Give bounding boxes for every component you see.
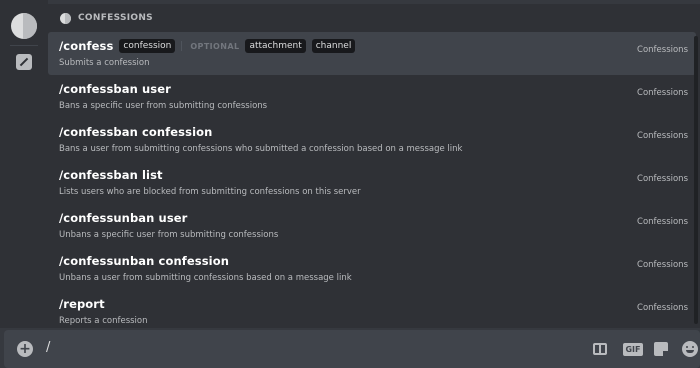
command-description: Unbans a specific user from submitting c… — [59, 230, 279, 240]
command-item-confess[interactable]: /confess confession OPTIONAL attachment … — [48, 32, 696, 75]
gift-icon — [593, 343, 607, 355]
command-autocomplete-panel: CONFESSIONS /confess confession OPTIONAL… — [48, 4, 700, 328]
emoji-button[interactable] — [682, 341, 698, 357]
command-description: Bans a user from submitting confessions … — [59, 144, 463, 154]
command-item-confessunban-confession[interactable]: /confessunban confession Unbans a user f… — [48, 247, 696, 290]
command-source: Confessions — [637, 303, 688, 313]
option-chip-channel: channel — [311, 39, 356, 53]
command-source: Confessions — [637, 88, 688, 98]
message-composer: + / GIF — [0, 328, 700, 368]
command-description: Submits a confession — [59, 58, 150, 68]
command-source: Confessions — [637, 45, 688, 55]
command-item-confessunban-user[interactable]: /confessunban user Unbans a specific use… — [48, 204, 696, 247]
command-name: /confessban user — [59, 82, 171, 96]
rail-slash-commands-button[interactable] — [12, 50, 36, 74]
command-source: Confessions — [637, 217, 688, 227]
plus-circle-icon[interactable]: + — [17, 341, 33, 357]
command-name: /confess — [59, 39, 114, 53]
emoji-icon — [682, 341, 698, 357]
rail-app-button[interactable] — [6, 8, 42, 44]
command-description: Bans a specific user from submitting con… — [59, 101, 268, 111]
option-divider — [181, 41, 183, 51]
gif-button[interactable]: GIF — [623, 341, 643, 357]
command-item-confessban-list[interactable]: /confessban list Lists users who are blo… — [48, 161, 696, 204]
message-input[interactable]: / — [46, 340, 50, 355]
rail-divider — [10, 45, 38, 46]
option-chip-confession: confession — [119, 39, 176, 53]
command-source: Confessions — [637, 260, 688, 270]
section-header: CONFESSIONS — [48, 4, 700, 32]
confessions-app-icon — [11, 13, 37, 39]
command-name: /confessunban user — [59, 211, 188, 225]
gif-icon: GIF — [623, 342, 643, 356]
command-name: /confessban confession — [59, 125, 213, 139]
gift-button[interactable] — [592, 341, 608, 357]
command-source: Confessions — [637, 174, 688, 184]
option-chip-attachment: attachment — [245, 39, 306, 53]
confessions-app-icon — [60, 12, 71, 24]
command-description: Lists users who are blocked from submitt… — [59, 187, 361, 197]
scrollbar[interactable] — [694, 36, 698, 324]
command-name: /confessunban confession — [59, 254, 229, 268]
command-description: Reports a confession — [59, 316, 148, 326]
command-name: /confessban list — [59, 168, 163, 182]
command-source: Confessions — [637, 131, 688, 141]
command-category-rail — [0, 0, 48, 328]
command-description: Unbans a user from submitting confession… — [59, 273, 352, 283]
section-title: CONFESSIONS — [78, 13, 153, 23]
slash-command-icon — [16, 54, 32, 70]
command-item-confessban-user[interactable]: /confessban user Bans a specific user fr… — [48, 75, 696, 118]
sticker-icon — [654, 342, 668, 356]
optional-label: OPTIONAL — [190, 41, 240, 51]
command-item-confessban-confession[interactable]: /confessban confession Bans a user from … — [48, 118, 696, 161]
sticker-button[interactable] — [653, 341, 669, 357]
command-name: /report — [59, 297, 105, 311]
composer-box: + / GIF — [4, 330, 700, 368]
command-item-report[interactable]: /report Reports a confession Confessions — [48, 290, 696, 328]
